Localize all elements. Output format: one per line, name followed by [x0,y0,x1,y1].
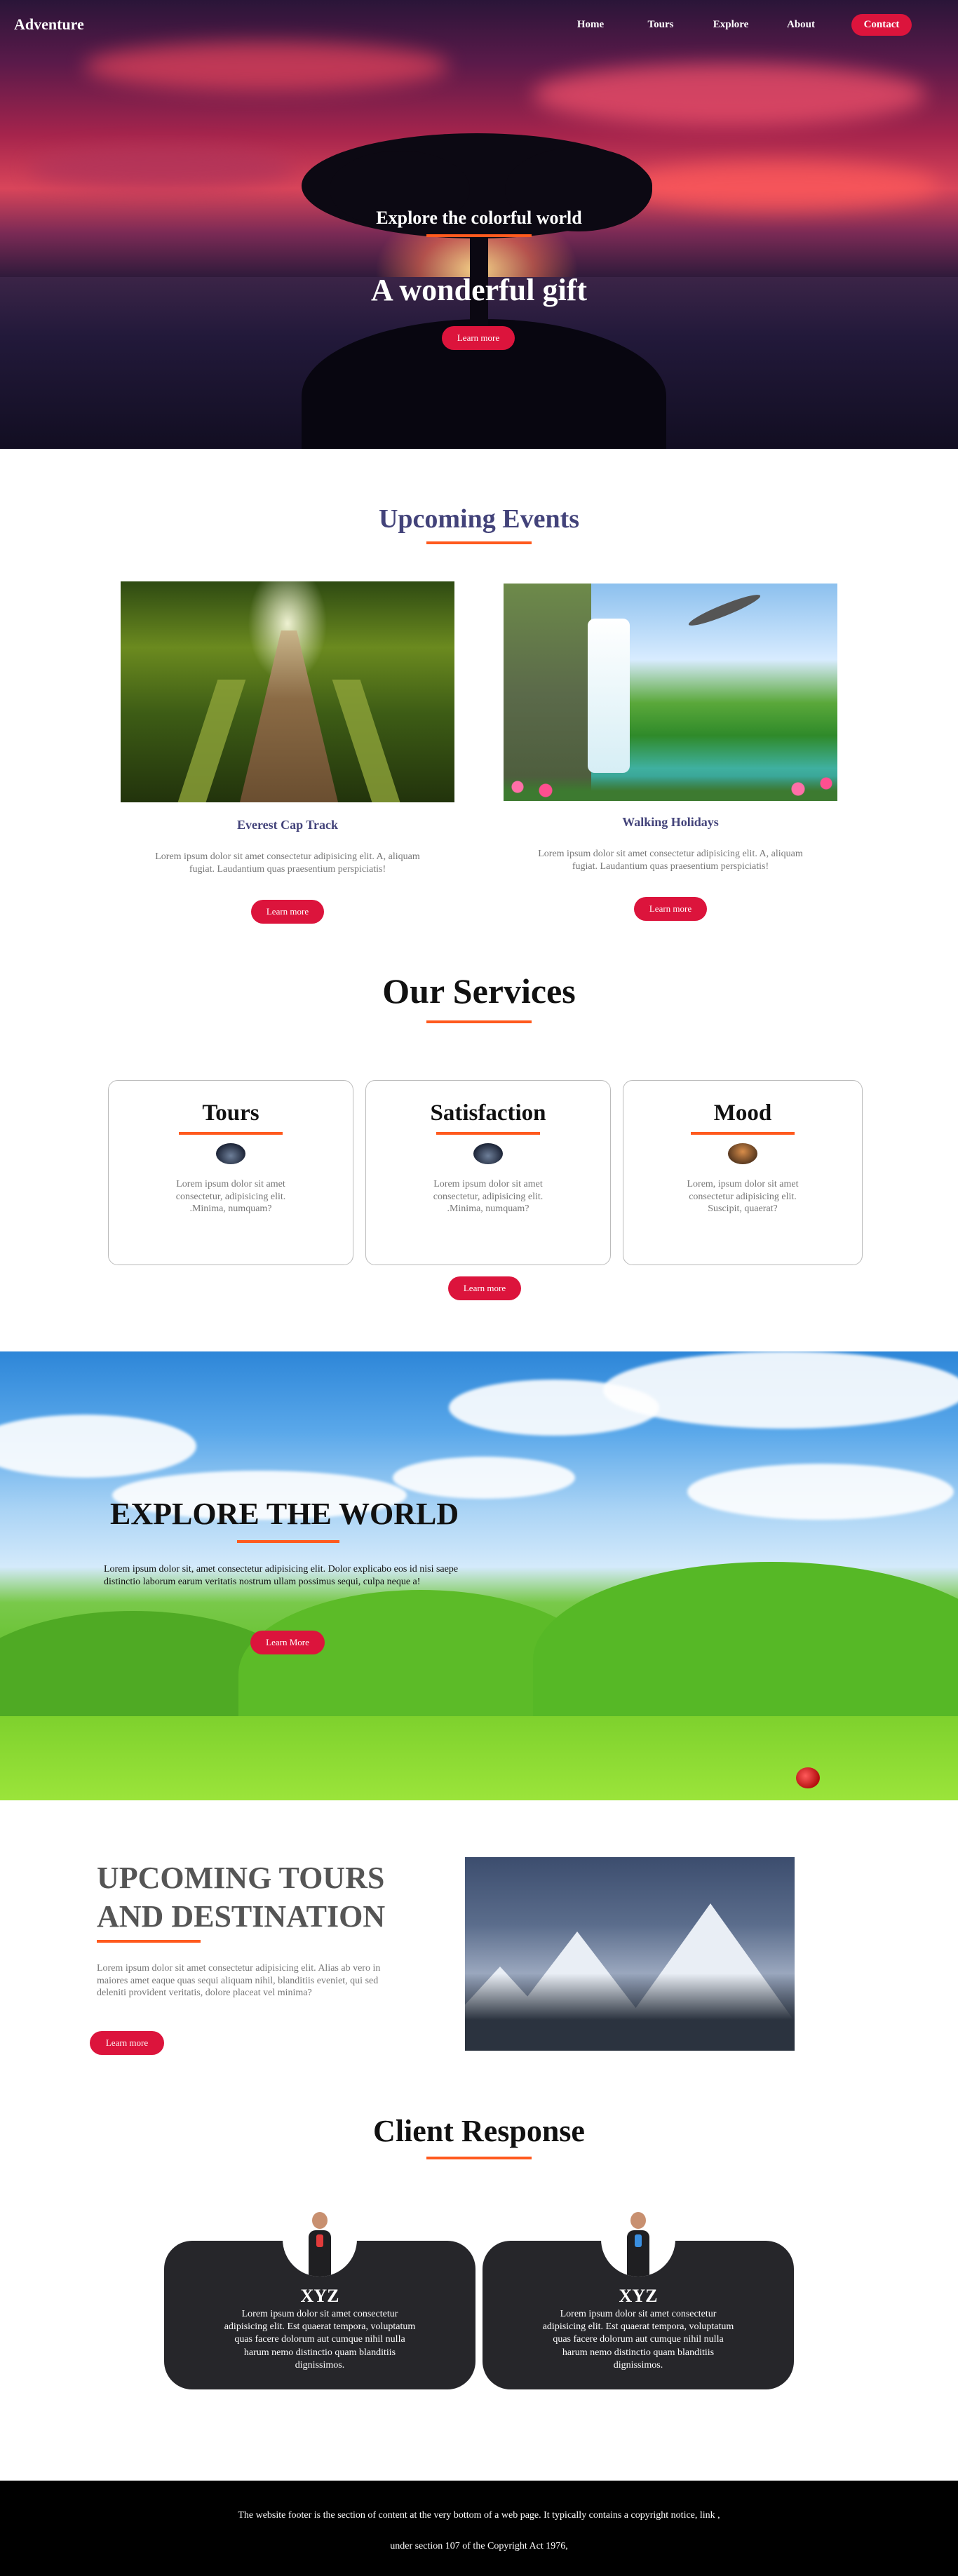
explore-underline [237,1540,339,1543]
client-response-heading: Client Response [373,2114,585,2148]
bridge-rail [332,680,400,802]
cloud [0,1415,196,1478]
flowers [504,776,837,801]
service-title: Tours [202,1100,259,1126]
event-description: Lorem ipsum dolor sit amet consectetur a… [155,851,420,875]
bird [687,590,762,630]
wooden-bridge [240,630,338,802]
event-card: Everest Cap Track Lorem ipsum dolor sit … [121,581,454,924]
nav-explore[interactable]: Explore [696,19,766,31]
service-card: Tours Lorem ipsum dolor sit amet consect… [108,1080,353,1265]
client-name: XYZ [619,2286,658,2306]
avatar [283,2202,357,2277]
cloud [603,1351,958,1429]
grass-field [0,1716,958,1800]
cloud [393,1457,575,1499]
service-card: Satisfaction Lorem ipsum dolor sit amet … [365,1080,611,1265]
explore-learn-more-button[interactable]: Learn More [250,1631,325,1654]
client-underline [426,2157,532,2159]
tours-description: Lorem ipsum dolor sit amet consectetur a… [97,1963,381,1998]
services-underline [426,1020,532,1023]
event-learn-more-button[interactable]: Learn more [634,897,707,922]
avatar [601,2202,675,2277]
service-description: Lorem, ipsum dolor sit amet consectetur … [687,1179,799,1214]
service-card: Mood Lorem, ipsum dolor sit amet consect… [623,1080,863,1265]
footer-text: The website footer is the section of con… [238,2510,720,2521]
hero-banner: Adventure Home Tours Explore About Conta… [0,0,958,449]
avatar-head [630,2212,646,2229]
nav-links: Home Tours Explore About Contact [555,14,912,36]
explore-heading: EXPLORE THE WORLD [110,1497,459,1531]
hero-subtitle: Explore the colorful world [376,208,582,228]
hero-underline [426,234,532,237]
event-title: Walking Holidays [622,815,719,829]
ladybug [796,1767,820,1788]
avatar-head [312,2212,328,2229]
events-underline [426,541,532,544]
client-quote: Lorem ipsum dolor sit amet consectetur a… [224,2309,416,2371]
mountain-image [465,1857,795,2051]
tours-underline [97,1940,201,1943]
events-heading: Upcoming Events [378,504,580,534]
satisfaction-icon [473,1143,503,1164]
avatar-person [308,2211,332,2277]
avatar-accent [635,2234,642,2247]
client-name: XYZ [300,2286,339,2306]
bridge-rail [177,680,246,802]
event-learn-more-button[interactable]: Learn more [251,900,324,924]
services-learn-more-button[interactable]: Learn more [448,1276,521,1300]
nav-about[interactable]: About [766,19,836,31]
explore-description: Lorem ipsum dolor sit, amet consectetur … [104,1564,459,1587]
tours-heading: UPCOMING TOURS AND DESTINATION [97,1861,386,1934]
service-description: Lorem ipsum dolor sit amet consectetur, … [433,1179,544,1214]
navbar: Adventure Home Tours Explore About Conta… [0,0,958,50]
forest-path-image [121,581,454,802]
page: Adventure Home Tours Explore About Conta… [0,0,958,2576]
event-title: Everest Cap Track [237,818,338,832]
waterfall-image [504,584,837,801]
service-underline [691,1132,795,1135]
avatar-accent [316,2234,323,2247]
service-underline [436,1132,540,1135]
cliff [504,584,591,801]
sky-streak [617,161,940,210]
event-card: Walking Holidays Lorem ipsum dolor sit a… [504,584,837,922]
tours-icon [216,1143,245,1164]
mood-icon [728,1143,757,1164]
waterfall [588,619,630,773]
footer-copyright: under section 107 of the Copyright Act 1… [390,2541,568,2551]
nav-contact-button[interactable]: Contact [851,14,912,36]
service-title: Satisfaction [430,1100,546,1126]
services-heading: Our Services [382,971,576,1011]
footer: The website footer is the section of con… [0,2481,958,2576]
nav-home[interactable]: Home [555,19,626,31]
hero-learn-more-button[interactable]: Learn more [442,326,515,350]
mountain-rock [465,1974,795,2051]
client-quote: Lorem ipsum dolor sit amet consectetur a… [542,2309,734,2371]
cloud [687,1464,954,1520]
event-description: Lorem ipsum dolor sit amet consectetur a… [538,849,803,872]
sky-streak [533,63,926,126]
tours-learn-more-button[interactable]: Learn more [90,2031,164,2055]
site-logo[interactable]: Adventure [14,15,84,34]
avatar-person [626,2212,650,2277]
sky-streak [28,147,295,189]
service-underline [179,1132,283,1135]
service-title: Mood [713,1100,772,1126]
nav-tours[interactable]: Tours [626,19,696,31]
hero-title: A wonderful gift [371,273,587,307]
service-description: Lorem ipsum dolor sit amet consectetur, … [175,1179,286,1214]
